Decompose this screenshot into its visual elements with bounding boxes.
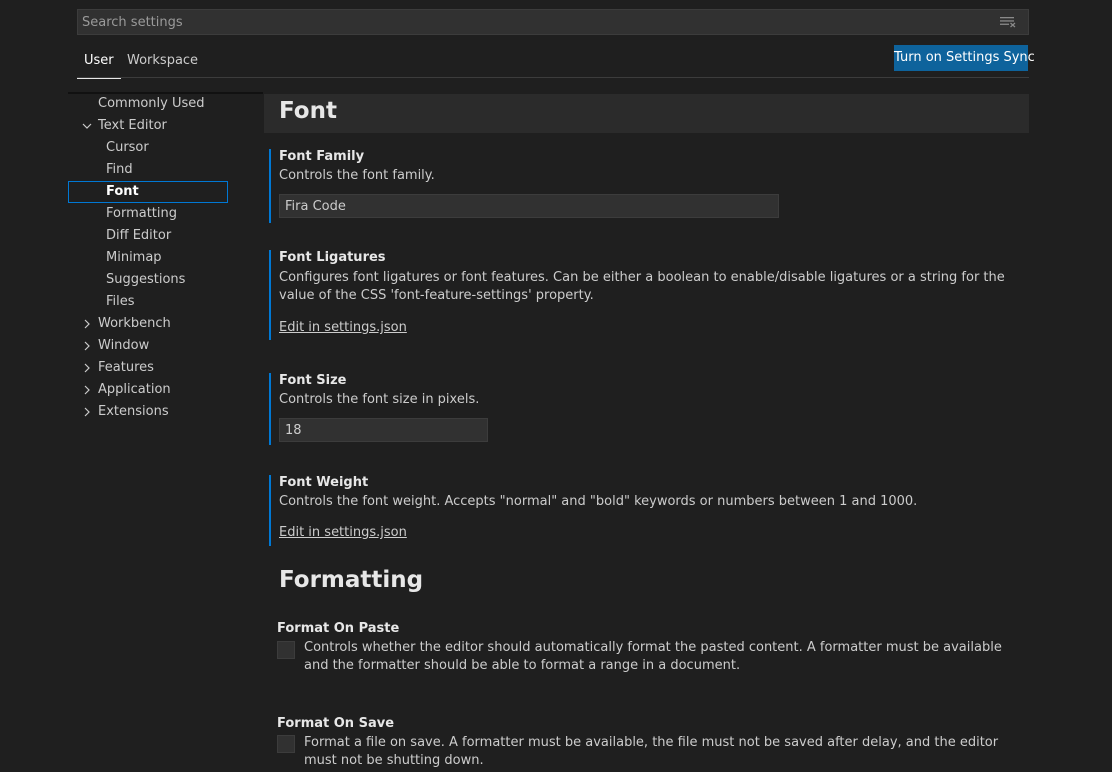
- toc-item-label: Suggestions: [106, 272, 186, 287]
- toc-item-find[interactable]: Find: [106, 159, 133, 181]
- toc-item-minimap[interactable]: Minimap: [106, 247, 162, 269]
- settings-sync-button[interactable]: Turn on Settings Sync: [894, 45, 1035, 71]
- filter-icon[interactable]: [1000, 16, 1016, 28]
- section-title: Font: [279, 98, 337, 124]
- search-box[interactable]: [77, 9, 1029, 35]
- setting-description: Controls the font size in pixels.: [279, 392, 480, 407]
- setting-font-size: Font Size Controls the font size in pixe…: [269, 373, 1031, 445]
- search-input[interactable]: [78, 10, 986, 34]
- tab-workspace[interactable]: Workspace: [127, 52, 198, 78]
- toc-item-font[interactable]: Font: [68, 181, 228, 203]
- setting-format-on-paste: Format On Paste Controls whether the edi…: [269, 621, 1029, 681]
- settings-editor: User Workspace Turn on Settings Sync Com…: [0, 0, 1112, 772]
- tab-user[interactable]: User: [77, 52, 121, 79]
- setting-description: Controls the font family.: [279, 168, 435, 183]
- chevron-right-icon: [84, 319, 90, 329]
- settings-scope-tabs: User Workspace: [77, 46, 1029, 79]
- toc-item-application[interactable]: Application: [82, 379, 171, 401]
- toc-item-label: Cursor: [106, 140, 149, 155]
- toc-item-label: Find: [106, 162, 133, 177]
- chevron-right-icon: [84, 385, 90, 395]
- setting-font-family: Font Family Controls the font family.: [269, 149, 1031, 223]
- toc-item-suggestions[interactable]: Suggestions: [106, 269, 185, 291]
- toc-item-label: Workbench: [98, 316, 171, 331]
- edit-in-settings-json-link[interactable]: Edit in settings.json: [279, 320, 407, 335]
- setting-title: Format On Paste: [277, 621, 400, 636]
- toc-item-label: Extensions: [98, 404, 169, 419]
- toc-item-files[interactable]: Files: [106, 291, 135, 313]
- toc-item-label: Text Editor: [98, 118, 167, 133]
- toc-item-diff-editor[interactable]: Diff Editor: [106, 225, 171, 247]
- setting-title: Format On Save: [277, 716, 395, 731]
- toc-item-formatting[interactable]: Formatting: [106, 203, 177, 225]
- setting-font-weight: Font Weight Controls the font weight. Ac…: [269, 475, 1031, 546]
- chevron-right-icon: [84, 407, 90, 417]
- toc-item-label: Font: [106, 184, 139, 199]
- setting-title: Font Ligatures: [279, 250, 386, 265]
- font-size-input[interactable]: [279, 418, 488, 442]
- edit-in-settings-json-link[interactable]: Edit in settings.json: [279, 525, 407, 540]
- section-title-formatting: Formatting: [279, 567, 424, 593]
- setting-description: Controls the font weight. Accepts "norma…: [279, 494, 918, 509]
- toc-item-cursor[interactable]: Cursor: [106, 137, 149, 159]
- toc-item-workbench[interactable]: Workbench: [82, 313, 171, 335]
- chevron-right-icon: [84, 341, 90, 351]
- toc-item-label: Application: [98, 382, 171, 397]
- toc-item-text-editor[interactable]: Text Editor: [82, 115, 167, 137]
- setting-description: Format a file on save. A formatter must …: [304, 735, 999, 768]
- section-header-font: Font: [264, 94, 1029, 133]
- setting-title: Font Weight: [279, 475, 369, 490]
- toc-item-extensions[interactable]: Extensions: [82, 401, 169, 423]
- setting-title: Font Family: [279, 149, 365, 164]
- format-on-save-checkbox[interactable]: [277, 735, 295, 753]
- toc-item-label: Commonly Used: [98, 96, 205, 111]
- setting-description: Controls whether the editor should autom…: [304, 640, 1002, 673]
- toc-item-label: Files: [106, 294, 135, 309]
- toc-item-label: Window: [98, 338, 150, 353]
- toc-item-label: Features: [98, 360, 154, 375]
- format-on-paste-checkbox[interactable]: [277, 641, 295, 659]
- toc-item-features[interactable]: Features: [82, 357, 154, 379]
- setting-format-on-save: Format On Save Format a file on save. A …: [269, 716, 1029, 772]
- toc-item-commonly-used[interactable]: Commonly Used: [98, 93, 205, 115]
- toc-item-label: Formatting: [106, 206, 178, 221]
- setting-description: Configures font ligatures or font featur…: [279, 270, 1005, 303]
- setting-title: Font Size: [279, 373, 347, 388]
- font-family-input[interactable]: [279, 194, 779, 218]
- chevron-right-icon: [84, 363, 90, 373]
- toc-item-label: Diff Editor: [106, 228, 172, 243]
- toc-item-label: Minimap: [106, 250, 162, 265]
- toc-item-window[interactable]: Window: [82, 335, 149, 357]
- tabs-divider: [77, 77, 1029, 78]
- chevron-down-icon: [82, 123, 92, 129]
- setting-font-ligatures: Font Ligatures Configures font ligatures…: [269, 250, 1031, 340]
